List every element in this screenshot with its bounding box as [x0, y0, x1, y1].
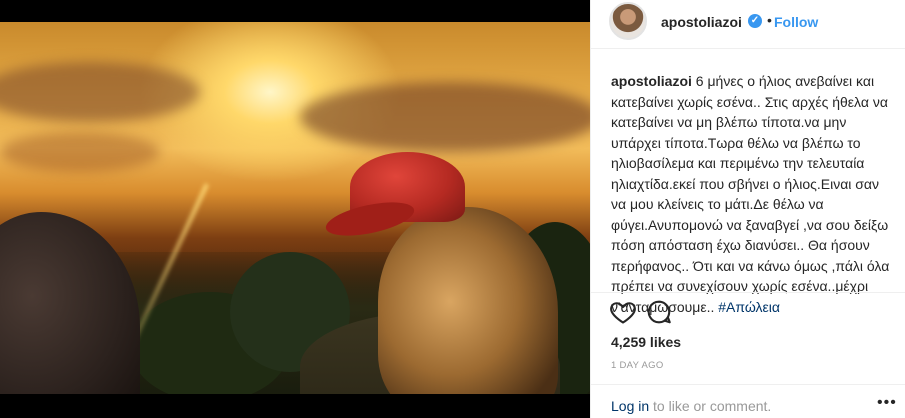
post-photo[interactable] [0, 22, 590, 394]
username-link[interactable]: apostoliazoi [661, 14, 742, 30]
more-options-icon[interactable]: ••• [877, 394, 897, 412]
cloud [300, 82, 590, 152]
post-side-panel: apostoliazoi ✓ • Follow apostoliazoi 6 μ… [590, 0, 905, 418]
verified-badge-icon: ✓ [748, 14, 762, 28]
heart-icon[interactable] [609, 298, 637, 326]
post-header: apostoliazoi ✓ • Follow [591, 0, 905, 46]
cloud [0, 132, 160, 172]
comment-bubble-icon[interactable] [645, 298, 673, 326]
login-prompt: Log in to like or comment. [611, 398, 771, 414]
login-link[interactable]: Log in [611, 398, 649, 414]
cloud [0, 62, 200, 122]
login-prompt-text: to like or comment. [649, 398, 772, 414]
divider [591, 48, 905, 49]
caption-username[interactable]: apostoliazoi [611, 73, 692, 89]
divider [591, 292, 905, 293]
post-media [0, 0, 590, 418]
rock [0, 212, 140, 394]
follow-button[interactable]: Follow [774, 14, 818, 30]
hashtag-link[interactable]: #Απώλεια [718, 299, 780, 315]
post-timestamp[interactable]: 1 DAY AGO [611, 360, 664, 371]
caption-text: 6 μήνες ο ήλιος ανεβαίνει και κατεβαίνει… [611, 73, 890, 315]
avatar[interactable] [609, 2, 647, 40]
separator-dot: • [767, 12, 772, 28]
caption: apostoliazoi 6 μήνες ο ήλιος ανεβαίνει κ… [611, 71, 896, 317]
like-count[interactable]: 4,259 likes [611, 334, 681, 350]
divider [591, 384, 905, 385]
